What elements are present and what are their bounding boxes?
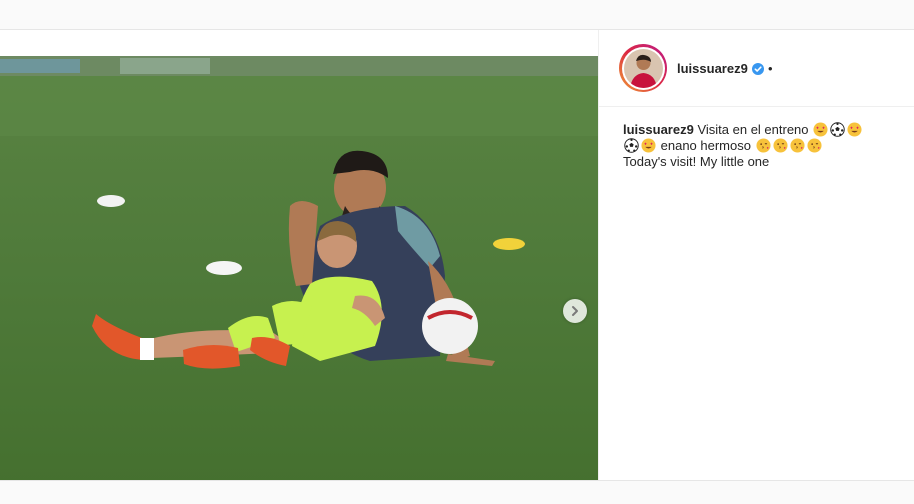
caption-line-3: Today's visit! My little one — [623, 154, 770, 169]
caption-username[interactable]: luissuarez9 — [623, 122, 694, 137]
face-blowing-kiss-icon — [790, 138, 805, 153]
verified-badge-icon — [752, 62, 764, 80]
caption-line-1: Visita en el entreno — [697, 122, 809, 137]
caption-emojis-line-1 — [812, 122, 863, 137]
smiling-face-with-heart-eyes-icon — [641, 138, 656, 153]
soccer-ball-icon — [624, 138, 639, 153]
face-blowing-kiss-icon — [756, 138, 771, 153]
chevron-right-icon — [569, 305, 581, 317]
avatar — [623, 48, 663, 88]
instagram-post: luissuarez9 • luissuarez9 Visita en el e… — [0, 30, 914, 484]
smiling-face-with-heart-eyes-icon — [813, 122, 828, 137]
soccer-ball-icon — [830, 122, 845, 137]
caption-line-2: enano hermoso — [660, 138, 751, 153]
top-bar — [0, 0, 914, 30]
post-header: luissuarez9 • — [599, 30, 914, 107]
post-photo[interactable] — [0, 56, 598, 484]
post-caption: luissuarez9 Visita en el entreno enano h… — [623, 122, 898, 170]
bottom-bar — [0, 480, 914, 504]
photo-scene — [0, 56, 598, 484]
post-username[interactable]: luissuarez9 — [677, 61, 748, 76]
face-blowing-kiss-icon — [773, 138, 788, 153]
carousel-next-button[interactable] — [563, 299, 587, 323]
story-ring[interactable] — [619, 44, 667, 92]
caption-emojis-line-2-after — [755, 138, 823, 153]
header-separator: • — [768, 61, 773, 76]
post-details-panel: luissuarez9 • luissuarez9 Visita en el e… — [598, 30, 914, 480]
caption-emojis-line-2 — [623, 138, 657, 153]
face-blowing-kiss-icon — [807, 138, 822, 153]
smiling-face-with-heart-eyes-icon — [847, 122, 862, 137]
